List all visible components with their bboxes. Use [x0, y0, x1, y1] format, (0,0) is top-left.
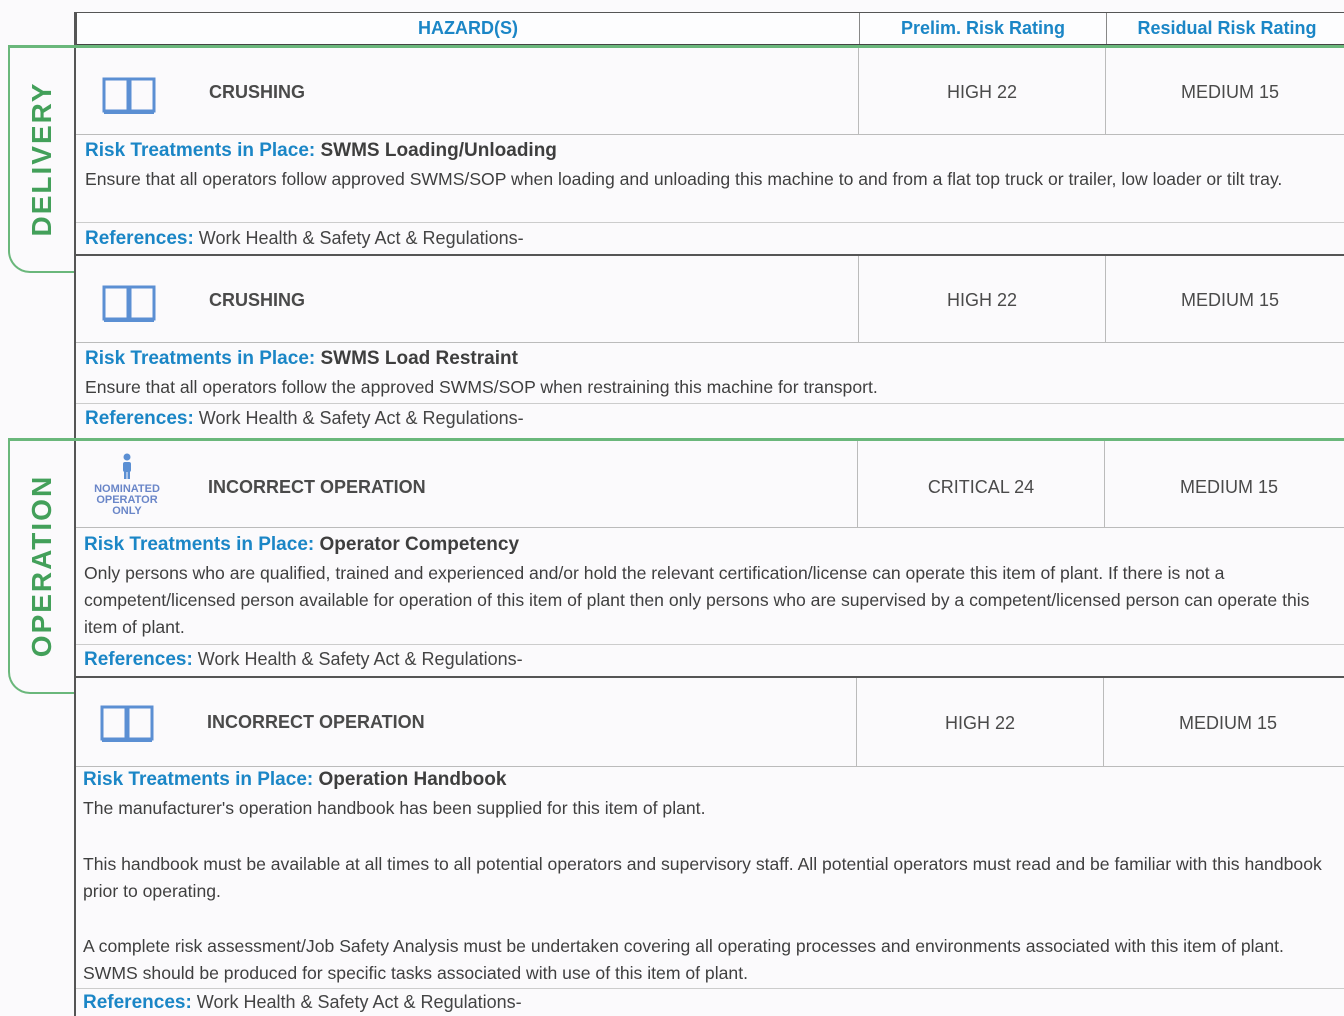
references-line: References: Work Health & Safety Act & R…	[85, 408, 524, 430]
hazard-name: INCORRECT OPERATION	[207, 712, 425, 732]
hazard-row: NOMINATED OPERATOR ONLY INCORRECT OPERAT…	[76, 441, 1344, 528]
risk-treatment-heading: Risk Treatments in Place: SWMS Load Rest…	[85, 348, 518, 370]
treatment-text: Only persons who are qualified, trained …	[84, 563, 1310, 637]
book-icon	[100, 705, 154, 742]
table-header: HAZARD(S) Prelim. Risk Rating Residual R…	[76, 12, 1344, 46]
section-label-delivery: DELIVERY	[26, 81, 57, 237]
risk-treatments-label: Risk Treatments in Place:	[85, 348, 316, 369]
residual-rating: MEDIUM 15	[1180, 82, 1279, 102]
nominated-operator-icon: NOMINATED OPERATOR ONLY	[88, 453, 166, 517]
treatment-paragraph: This handbook must be available at all t…	[83, 854, 1322, 901]
hazard-block: INCORRECT OPERATION HIGH 22 MEDIUM 15 Ri…	[76, 678, 1344, 1016]
references-label: References:	[85, 228, 194, 249]
risk-treatment-heading: Risk Treatments in Place: SWMS Loading/U…	[85, 140, 557, 162]
hazard-name: INCORRECT OPERATION	[208, 477, 426, 497]
treatment-paragraph: A complete risk assessment/Job Safety An…	[83, 936, 1284, 983]
residual-rating: MEDIUM 15	[1178, 713, 1277, 733]
references-text: Work Health & Safety Act & Regulations-	[198, 408, 524, 428]
references-line: References: Work Health & Safety Act & R…	[83, 992, 522, 1014]
risk-treatment-title: SWMS Loading/Unloading	[320, 140, 557, 161]
hazard-row: CRUSHING HIGH 22 MEDIUM 15	[76, 256, 1344, 343]
hazard-block: CRUSHING HIGH 22 MEDIUM 15 Risk Treatmen…	[76, 256, 1344, 438]
risk-treatments-label: Risk Treatments in Place:	[85, 140, 316, 161]
section-label-operation: OPERATION	[26, 474, 57, 658]
section-tab-delivery: DELIVERY	[8, 45, 74, 273]
references-label: References:	[84, 649, 193, 670]
references-label: References:	[83, 992, 192, 1013]
residual-rating: MEDIUM 15	[1180, 290, 1279, 310]
references-line: References: Work Health & Safety Act & R…	[84, 649, 523, 671]
header-residual-rating: Residual Risk Rating	[1137, 18, 1317, 38]
section-tab-operation: OPERATION	[8, 438, 74, 694]
hazard-row: INCORRECT OPERATION HIGH 22 MEDIUM 15	[76, 678, 1344, 767]
row-separator	[76, 403, 1344, 404]
book-icon	[102, 77, 156, 114]
row-separator	[76, 988, 1344, 989]
row-separator	[76, 644, 1344, 645]
hazard-block: NOMINATED OPERATOR ONLY INCORRECT OPERAT…	[76, 441, 1344, 678]
row-separator	[76, 222, 1344, 223]
only-label: ONLY	[112, 505, 142, 517]
book-icon	[102, 285, 156, 322]
references-text: Work Health & Safety Act & Regulations-	[198, 228, 524, 248]
risk-treatment-title: Operator Competency	[319, 534, 520, 555]
risk-treatment-heading: Risk Treatments in Place: Operator Compe…	[84, 534, 519, 556]
header-prelim-rating: Prelim. Risk Rating	[900, 18, 1066, 38]
risk-treatment-heading: Risk Treatments in Place: Operation Hand…	[83, 769, 506, 791]
prelim-rating: HIGH 22	[944, 713, 1016, 733]
header-hazards: HAZARD(S)	[418, 18, 518, 38]
treatment-text: Ensure that all operators follow approve…	[85, 169, 1283, 189]
hazard-block: CRUSHING HIGH 22 MEDIUM 15 Risk Treatmen…	[76, 48, 1344, 256]
risk-treatments-label: Risk Treatments in Place:	[83, 769, 314, 790]
risk-treatment-title: SWMS Load Restraint	[320, 348, 518, 369]
treatment-text: Ensure that all operators follow the app…	[85, 377, 878, 397]
hazard-row: CRUSHING HIGH 22 MEDIUM 15	[76, 48, 1344, 135]
references-line: References: Work Health & Safety Act & R…	[85, 228, 524, 250]
hazard-name: CRUSHING	[209, 82, 306, 102]
hazard-name: CRUSHING	[209, 290, 306, 310]
references-label: References:	[85, 408, 194, 429]
references-text: Work Health & Safety Act & Regulations-	[196, 992, 522, 1012]
risk-treatment-title: Operation Handbook	[318, 769, 507, 790]
residual-rating: MEDIUM 15	[1179, 477, 1278, 497]
prelim-rating: HIGH 22	[946, 82, 1018, 102]
prelim-rating: HIGH 22	[946, 290, 1018, 310]
references-text: Work Health & Safety Act & Regulations-	[197, 649, 523, 669]
treatment-paragraph: The manufacturer's operation handbook ha…	[83, 798, 706, 818]
prelim-rating: CRITICAL 24	[927, 477, 1035, 497]
risk-treatments-label: Risk Treatments in Place:	[84, 534, 315, 555]
person-icon	[123, 453, 131, 479]
